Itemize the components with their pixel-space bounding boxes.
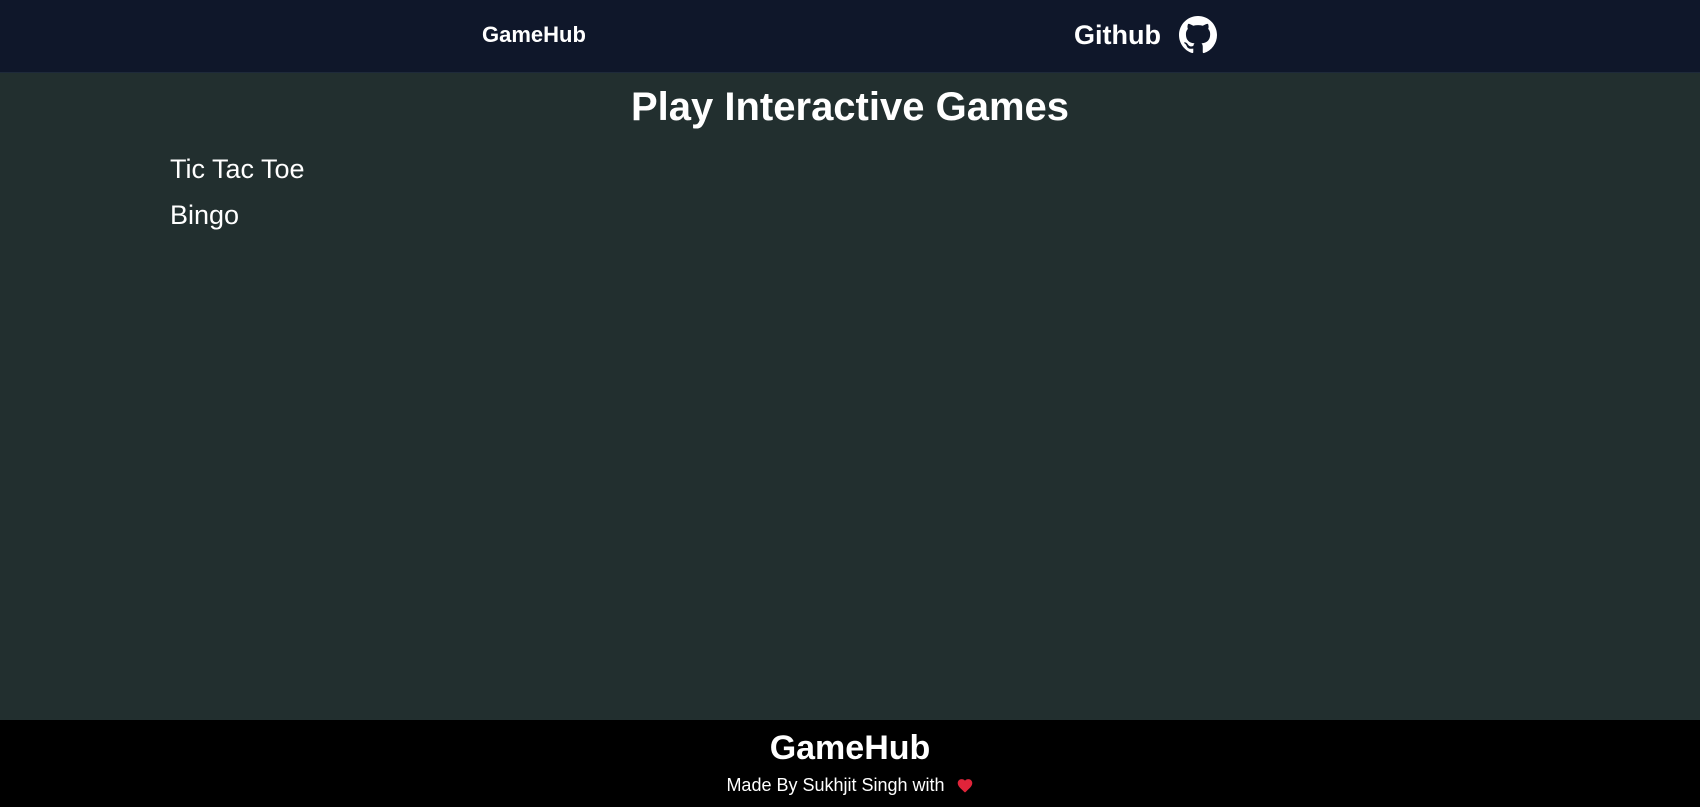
footer-credit-text: Made By Sukhjit Singh with <box>726 775 945 795</box>
footer-title: GameHub <box>769 729 931 767</box>
page-title: Play Interactive Games <box>630 85 1070 129</box>
footer-credit: Made By Sukhjit Singh with <box>0 775 1700 796</box>
brand-link[interactable]: GameHub <box>482 22 586 48</box>
game-link-bingo[interactable]: Bingo <box>170 192 305 238</box>
github-label: Github <box>1074 19 1161 50</box>
main-content: Play Interactive Games Tic Tac Toe Bingo <box>0 73 1700 720</box>
page: GameHub Github Play Interactive Games Ti… <box>0 0 1700 807</box>
github-icon <box>1178 16 1217 54</box>
game-list: Tic Tac Toe Bingo <box>170 146 305 238</box>
github-link[interactable]: Github <box>1074 16 1217 54</box>
top-navbar: GameHub Github <box>0 0 1700 73</box>
game-link-tic-tac-toe[interactable]: Tic Tac Toe <box>170 146 305 192</box>
footer: GameHub Made By Sukhjit Singh with <box>0 720 1700 807</box>
heart-icon <box>957 779 972 793</box>
